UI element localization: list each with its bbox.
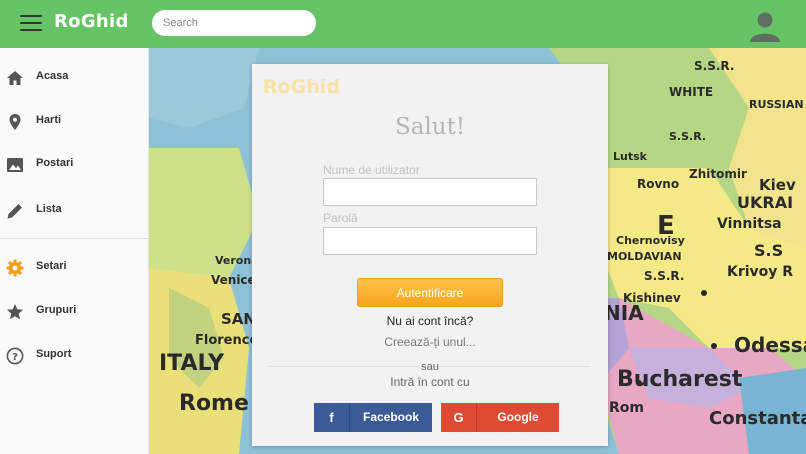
menu-icon[interactable] [20,15,42,32]
facebook-label: Facebook [362,410,419,424]
sidebar-item-postari[interactable]: Postari [0,145,149,185]
sidebar-item-suport[interactable]: ? Suport [0,336,149,376]
map-label: MOLDAVIAN [607,250,682,263]
map-label: Krivoy R [727,264,793,280]
username-label: Nume de utilizator [323,163,420,177]
sidebar-item-lista[interactable]: Lista [0,191,149,231]
no-account-text: Nu ai cont încă? [386,314,474,328]
map-label: Constanta [709,408,806,429]
image-icon [7,158,23,172]
sidebar-item-label: Suport [36,348,72,360]
help-icon: ? [6,347,24,365]
map-label: Vinnitsa [717,216,782,232]
password-field[interactable] [323,227,537,255]
sidebar-nav: Acasa Harti Postari Lista Setari Grupuri [0,48,149,454]
star-icon [7,304,23,320]
gear-icon [6,259,24,277]
sidebar-item-label: Postari [36,157,74,169]
google-login-button[interactable]: G Google [441,403,559,432]
map-label: Chernovisy [616,234,685,247]
sidebar-item-harti[interactable]: Harti [0,102,149,142]
sidebar-item-acasa[interactable]: Acasa [0,58,149,98]
username-field[interactable] [323,178,537,206]
map-label: Rom [609,400,644,416]
map-label: Kiev [759,176,796,194]
pencil-icon [7,204,22,219]
map-label: Rovno [637,177,679,191]
sidebar-item-label: Lista [36,203,62,215]
map-label: NIA [604,301,644,325]
map-label: S.S.R. [694,59,734,73]
top-app-bar: RoGhid [0,0,806,48]
sidebar-item-label: Grupuri [36,304,77,316]
svg-text:?: ? [12,352,18,363]
map-label: S.S.R. [669,130,706,143]
map-label: UKRAI [737,193,793,212]
login-title: Salut! [394,114,466,140]
map-label: Lutsk [613,150,648,163]
home-icon [7,71,23,85]
create-account-link[interactable]: Creează-ți unul... [252,335,608,349]
sidebar-divider [0,238,149,239]
map-label: Florence [195,333,258,348]
map-label: SAN [221,310,256,328]
map-label: ITALY [159,351,225,376]
facebook-icon: f [314,403,350,432]
brand-logo[interactable]: RoGhid [54,11,129,32]
map-label: WHITE [669,85,713,99]
map-label: S.S.R. [644,269,684,283]
map-pin-icon [9,114,21,130]
user-avatar-icon[interactable] [748,10,782,42]
sidebar-item-setari[interactable]: Setari [0,248,149,288]
google-icon: G [441,403,477,432]
map-label: Bucharest [617,367,743,392]
login-button[interactable]: Autentificare [357,278,503,307]
sidebar-item-label: Harti [36,114,62,126]
sidebar-item-grupuri[interactable]: Grupuri [0,292,149,332]
search-input[interactable] [152,10,316,36]
login-card: RoGhid Salut! Nume de utilizator Parolă … [252,64,608,446]
google-label: Google [497,410,539,424]
sidebar-item-label: Setari [36,260,67,272]
password-label: Parolă [323,211,358,225]
login-with-text: Intră în cont cu [390,375,470,389]
map-label: RUSSIAN [749,98,804,111]
map-label: Rome [179,391,249,416]
or-text: sau [421,361,439,373]
facebook-login-button[interactable]: f Facebook [314,403,432,432]
map-label: Odessa [734,333,806,357]
map-label: S.S [754,241,783,260]
card-logo: RoGhid [263,76,340,98]
map-label: Venice [211,273,256,287]
map-label: Zhitomir [689,167,747,181]
sidebar-item-label: Acasa [36,70,69,82]
